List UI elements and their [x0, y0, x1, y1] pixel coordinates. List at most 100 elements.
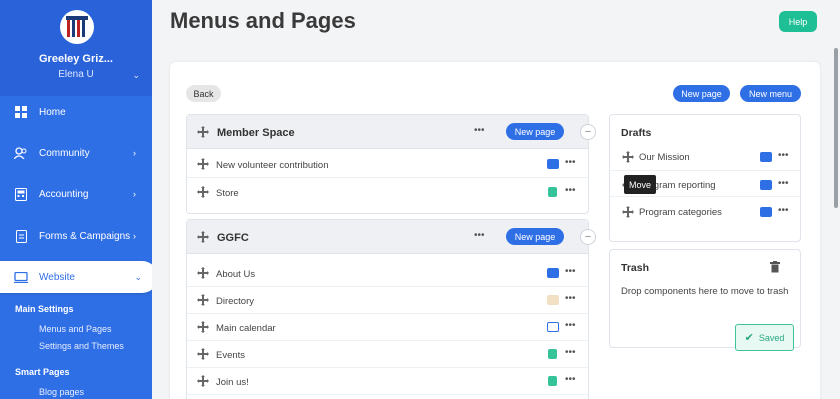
move-icon[interactable]	[197, 321, 209, 333]
org-user: Elena U	[58, 69, 94, 80]
more-icon[interactable]: •••	[565, 157, 576, 168]
new-page-button[interactable]: New page	[506, 228, 564, 245]
page-icon	[760, 207, 772, 217]
calendar-icon	[547, 322, 559, 332]
item-label: New volunteer contribution	[216, 160, 329, 171]
sub-link-blog-pages[interactable]: Blog pages	[39, 387, 84, 397]
form-icon	[547, 159, 559, 169]
menu-ggfc: GGFC ••• New page − About Us ••• Directo…	[186, 219, 596, 399]
forms-icon	[14, 229, 28, 243]
move-icon[interactable]	[197, 126, 209, 138]
item-label: Directory	[216, 296, 255, 307]
trash-title: Trash	[621, 262, 650, 274]
move-icon[interactable]	[197, 375, 209, 387]
new-page-button[interactable]: New page	[673, 85, 730, 102]
events-icon	[548, 349, 557, 359]
nav-community-label: Community	[39, 147, 90, 159]
more-icon[interactable]: •••	[565, 374, 576, 385]
more-icon[interactable]: •••	[778, 150, 789, 161]
list-item[interactable]: Join us! •••	[187, 368, 588, 395]
more-icon[interactable]: •••	[778, 178, 789, 189]
nav-website[interactable]: Website ⌄	[0, 261, 152, 293]
item-label: Our Mission	[639, 152, 690, 163]
page-title: Menus and Pages	[170, 8, 356, 33]
list-item[interactable]: Store •••	[187, 179, 588, 206]
list-item[interactable]: Directory •••	[187, 287, 588, 314]
draft-item[interactable]: Program categories •••	[610, 198, 800, 225]
list-item[interactable]: New volunteer contribution •••	[187, 151, 588, 178]
accounting-icon	[14, 187, 28, 201]
list-item[interactable]: Main calendar •••	[187, 314, 588, 341]
item-label: Main calendar	[216, 323, 276, 334]
move-icon[interactable]	[622, 151, 634, 163]
chevron-right-icon: ›	[133, 148, 136, 158]
more-icon[interactable]: •••	[778, 205, 789, 216]
more-icon[interactable]: •••	[474, 125, 485, 136]
trash-icon	[770, 261, 780, 273]
more-icon[interactable]: •••	[565, 185, 576, 196]
item-label: Events	[216, 350, 246, 361]
back-button[interactable]: Back	[186, 85, 221, 102]
drafts-title: Drafts	[621, 127, 652, 139]
menu-header[interactable]: GGFC ••• New page −	[187, 220, 596, 254]
sub-link-menus-pages[interactable]: Menus and Pages	[39, 324, 112, 334]
item-label: Join us!	[216, 377, 249, 388]
move-icon[interactable]	[197, 158, 209, 170]
sidebar: Greeley Griz... Elena U ⌄ Home Community…	[0, 0, 152, 399]
nav-accounting[interactable]: Accounting ›	[0, 178, 152, 210]
collapse-icon[interactable]: −	[580, 229, 596, 245]
store-icon	[548, 187, 557, 197]
collapse-icon[interactable]: −	[580, 124, 596, 140]
section-heading: Main Settings	[15, 304, 74, 314]
more-icon[interactable]: •••	[565, 293, 576, 304]
more-icon[interactable]: •••	[565, 347, 576, 358]
website-icon	[14, 270, 28, 284]
menu-header[interactable]: Member Space ••• New page −	[187, 115, 596, 149]
org-name: Greeley Griz...	[39, 53, 113, 65]
chevron-down-icon: ⌄	[132, 70, 140, 80]
chevron-right-icon: ›	[133, 231, 136, 241]
check-icon: ✔	[744, 332, 754, 344]
directory-icon	[547, 295, 559, 305]
list-item[interactable]: Events •••	[187, 341, 588, 368]
move-icon[interactable]	[197, 186, 209, 198]
item-label: About Us	[216, 269, 256, 280]
community-icon	[14, 146, 28, 160]
move-icon[interactable]	[622, 206, 634, 218]
more-icon[interactable]: •••	[565, 320, 576, 331]
nav-community[interactable]: Community ›	[0, 137, 152, 169]
nav-forms-label: Forms & Campaigns	[39, 230, 131, 242]
saved-status: ✔ Saved	[735, 324, 794, 351]
new-page-button[interactable]: New page	[506, 123, 564, 140]
move-tooltip: Move	[624, 175, 656, 194]
move-icon[interactable]	[197, 294, 209, 306]
nav-home[interactable]: Home	[0, 96, 152, 128]
more-icon[interactable]: •••	[565, 266, 576, 277]
org-logo	[60, 10, 94, 44]
chevron-right-icon: ›	[133, 189, 136, 199]
nav-website-label: Website	[39, 271, 75, 283]
page-icon	[547, 268, 559, 278]
menu-member-space: Member Space ••• New page − New voluntee…	[186, 114, 596, 214]
trash-hint: Drop components here to move to trash	[621, 286, 789, 297]
scrollbar[interactable]	[834, 48, 838, 208]
item-label: Store	[216, 188, 239, 199]
page-icon	[760, 180, 772, 190]
menu-title: Member Space	[217, 127, 295, 139]
saved-label: Saved	[758, 332, 785, 343]
sub-link-settings-themes[interactable]: Settings and Themes	[39, 341, 124, 351]
new-menu-button[interactable]: New menu	[740, 85, 801, 102]
list-item[interactable]: About Us •••	[187, 260, 588, 287]
nav-home-label: Home	[39, 106, 66, 118]
move-icon[interactable]	[197, 267, 209, 279]
move-icon[interactable]	[197, 348, 209, 360]
more-icon[interactable]: •••	[474, 230, 485, 241]
help-button[interactable]: Help	[779, 11, 817, 32]
move-icon[interactable]	[197, 231, 209, 243]
org-switcher[interactable]: Greeley Griz... Elena U ⌄	[0, 0, 152, 96]
draft-item[interactable]: Our Mission •••	[610, 143, 800, 170]
home-icon	[14, 105, 28, 119]
nav-forms-campaigns[interactable]: Forms & Campaigns ›	[0, 220, 152, 252]
section-heading: Smart Pages	[15, 367, 70, 377]
page-icon	[760, 152, 772, 162]
